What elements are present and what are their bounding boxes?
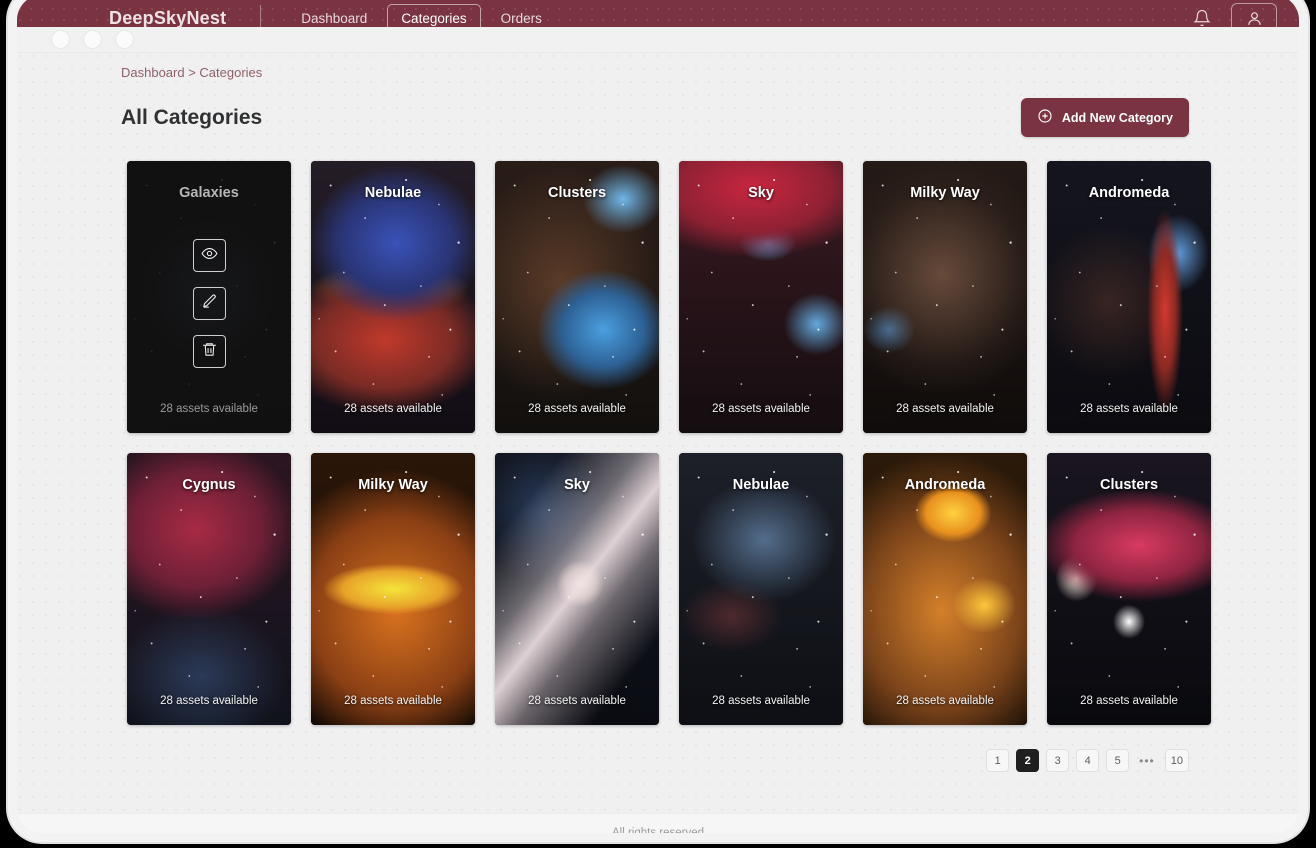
category-card-asset-count: 28 assets available: [712, 403, 810, 415]
add-new-category-button[interactable]: Add New Category: [1020, 98, 1189, 137]
category-card[interactable]: Cygnus 28 assets available: [127, 453, 291, 725]
add-new-category-label: Add New Category: [1061, 110, 1173, 125]
category-card-asset-count: 28 assets available: [528, 695, 626, 707]
starfield-overlay: [311, 161, 475, 433]
category-card-asset-count: 28 assets available: [160, 695, 258, 707]
category-card-title: Clusters: [1099, 477, 1159, 493]
category-card[interactable]: Milky Way 28 assets available: [863, 161, 1027, 433]
starfield-overlay: [1047, 453, 1211, 725]
browser-window-frame: DeepSkyNest Dashboard Categories Orders …: [8, 0, 1308, 842]
trash-icon: [201, 341, 218, 363]
starfield-overlay: [679, 161, 843, 433]
starfield-overlay: [863, 453, 1027, 725]
edit-action[interactable]: [192, 287, 226, 320]
app-logo[interactable]: DeepSkyNest: [109, 8, 226, 29]
category-card[interactable]: Milky Way 28 assets available: [311, 453, 475, 725]
category-card[interactable]: Andromeda 28 assets available: [863, 453, 1027, 725]
page-content: Dashboard > Categories All Categories Ad…: [17, 53, 1299, 839]
starfield-overlay: [863, 161, 1027, 433]
category-card-asset-count: 28 assets available: [160, 403, 258, 415]
card-action-buttons: [127, 239, 291, 368]
category-card[interactable]: Sky 28 assets available: [495, 453, 659, 725]
pagination-page-3[interactable]: 3: [1046, 749, 1070, 772]
category-card-asset-count: 28 assets available: [712, 695, 810, 707]
category-card-title: Galaxies: [179, 185, 239, 201]
category-card-title: Nebulae: [364, 185, 422, 201]
category-card-title: Sky: [564, 477, 590, 493]
category-card-title: Sky: [748, 185, 774, 201]
window-close-dot[interactable]: [51, 30, 70, 49]
category-card[interactable]: Clusters 28 assets available: [495, 161, 659, 433]
category-card[interactable]: Andromeda 28 assets available: [1047, 161, 1211, 433]
pagination-ellipsis: •••: [1139, 753, 1155, 768]
category-card-asset-count: 28 assets available: [896, 403, 994, 415]
category-card[interactable]: Nebulae 28 assets available: [679, 453, 843, 725]
category-card-asset-count: 28 assets available: [528, 403, 626, 415]
category-card-title: Nebulae: [732, 477, 790, 493]
category-card-asset-count: 28 assets available: [1080, 695, 1178, 707]
page-title: All Categories: [121, 105, 263, 129]
window-controls: [17, 27, 1299, 53]
pencil-icon: [201, 293, 218, 315]
category-card-asset-count: 28 assets available: [344, 403, 442, 415]
category-card[interactable]: Sky 28 assets available: [679, 161, 843, 433]
starfield-overlay: [127, 453, 291, 725]
window-maximize-dot[interactable]: [115, 30, 134, 49]
pagination: 1 2 3 4 5 ••• 10: [17, 749, 1189, 772]
footer-text: All rights reserved: [611, 826, 705, 839]
pagination-page-5[interactable]: 5: [1106, 749, 1130, 772]
category-card[interactable]: Galaxies 28 assets available: [127, 161, 291, 433]
eye-icon: [200, 245, 218, 267]
category-card-title: Clusters: [547, 185, 607, 201]
bell-icon[interactable]: [1191, 7, 1213, 29]
delete-action[interactable]: [192, 335, 226, 368]
category-card-asset-count: 28 assets available: [344, 695, 442, 707]
starfield-overlay: [679, 453, 843, 725]
page-header-row: All Categories Add New Category: [121, 98, 1189, 137]
pagination-page-1[interactable]: 1: [986, 749, 1010, 772]
pagination-page-last[interactable]: 10: [1164, 749, 1189, 772]
starfield-overlay: [1047, 161, 1211, 433]
footer: All rights reserved: [17, 813, 1299, 839]
category-grid: Galaxies 28 assets available Nebulae 28 ass…: [127, 161, 1299, 725]
breadcrumb[interactable]: Dashboard > Categories: [121, 65, 1299, 80]
pagination-page-2[interactable]: 2: [1016, 749, 1040, 772]
plus-circle-icon: [1037, 108, 1053, 127]
category-card[interactable]: Nebulae 28 assets available: [311, 161, 475, 433]
category-card-title: Andromeda: [904, 477, 986, 493]
starfield-overlay: [311, 453, 475, 725]
category-card-title: Cygnus: [182, 477, 236, 493]
category-card-title: Milky Way: [910, 185, 980, 201]
window-minimize-dot[interactable]: [83, 30, 102, 49]
category-card-asset-count: 28 assets available: [896, 695, 994, 707]
category-card-title: Andromeda: [1088, 185, 1170, 201]
category-card[interactable]: Clusters 28 assets available: [1047, 453, 1211, 725]
category-card-title: Milky Way: [358, 477, 428, 493]
starfield-overlay: [495, 453, 659, 725]
pagination-page-4[interactable]: 4: [1076, 749, 1100, 772]
category-card-asset-count: 28 assets available: [1080, 403, 1178, 415]
starfield-overlay: [495, 161, 659, 433]
view-action[interactable]: [192, 239, 226, 272]
